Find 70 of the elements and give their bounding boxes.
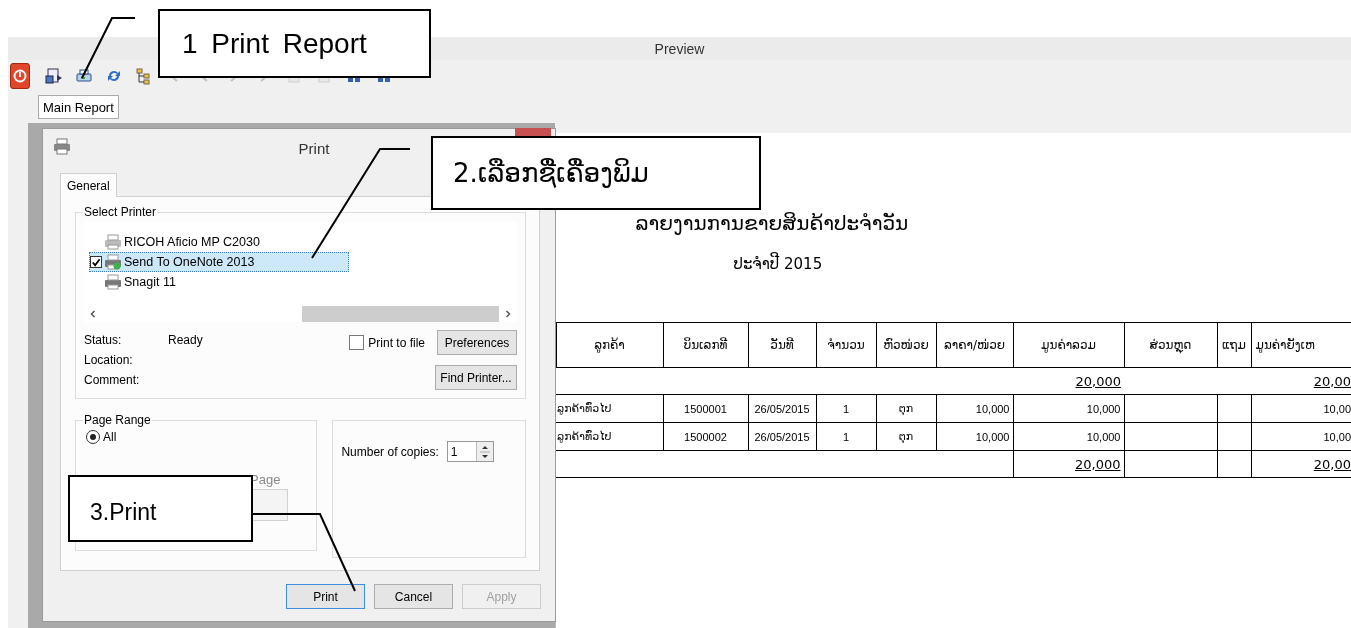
- printer-name: RICOH Aficio MP C2030: [124, 235, 260, 249]
- scroll-right-icon[interactable]: [503, 309, 513, 319]
- print-to-file-label: Print to file: [368, 335, 425, 350]
- subtotal-balance: 20,00: [1313, 373, 1351, 389]
- callout-text: 2.ເລືອກຊື່ເຄື່ອງພິມ: [453, 158, 649, 188]
- copies-spinner[interactable]: 1: [446, 441, 494, 462]
- location-label: Location:: [84, 353, 134, 367]
- export-icon[interactable]: [45, 67, 63, 85]
- cancel-button[interactable]: Cancel: [374, 584, 453, 609]
- table-cell: 10,000: [975, 402, 1010, 415]
- window-title: Preview: [654, 40, 705, 57]
- table-cell: 1: [842, 430, 850, 443]
- table-cell: 10,00: [1323, 402, 1351, 415]
- table-cell: ລູກຄ້າທົ່ວໄປ: [557, 430, 612, 443]
- table-cell: 10,000: [1086, 402, 1121, 415]
- printer-item[interactable]: Snagit 11: [89, 272, 349, 292]
- print-to-file-checkbox[interactable]: [349, 335, 365, 350]
- table-cell: 10,000: [1086, 430, 1121, 443]
- preferences-button[interactable]: Preferences: [437, 330, 517, 355]
- select-checkbox[interactable]: [90, 256, 102, 268]
- table-cell: ຕຸກ: [898, 402, 914, 414]
- column-header: ລູກຄ້າ: [556, 322, 663, 368]
- group-label: Select Printer: [83, 205, 158, 219]
- column-header: ແຖມ: [1217, 322, 1251, 368]
- report-tab[interactable]: Main Report: [38, 95, 119, 119]
- table-cell: 1500001: [684, 402, 727, 415]
- status-label: Status:: [84, 333, 123, 347]
- all-radio[interactable]: [86, 430, 100, 444]
- printer-item[interactable]: RICOH Aficio MP C2030: [89, 232, 349, 252]
- table-cell: 26/05/2015: [754, 430, 810, 443]
- scroll-left-icon[interactable]: [88, 309, 98, 319]
- find-printer-button[interactable]: Find Printer...: [435, 365, 517, 390]
- group-label: Page Range: [83, 413, 152, 427]
- column-header: ມູນຄ່າລວມ: [1013, 322, 1124, 368]
- print-button[interactable]: Print: [286, 584, 365, 609]
- subtotal-amount: 20,000: [1075, 373, 1121, 389]
- column-header: ລາຄາ/ໜ່ວຍ: [936, 322, 1013, 368]
- callout-text: 3.Print: [90, 499, 157, 526]
- print-icon[interactable]: [75, 67, 93, 85]
- table-cell: 10,000: [975, 430, 1010, 443]
- dialog-title: Print: [298, 139, 330, 157]
- table-cell: ຕຸກ: [898, 430, 914, 442]
- copies-label: Number of copies:: [341, 444, 439, 459]
- column-header: ວັນທີ: [748, 322, 816, 368]
- column-header: ຫົວໜ່ວຍ: [876, 322, 936, 368]
- leader-line: [81, 17, 136, 79]
- table-cell: ລູກຄ້າທົ່ວໄປ: [557, 402, 612, 415]
- callout-text: 1 Print Report: [182, 27, 367, 60]
- total-amount: 20,000: [1075, 456, 1121, 472]
- table-cell: 10,00: [1323, 430, 1351, 443]
- column-header: ບິນເລກທີ: [663, 322, 748, 368]
- table-cell: 1: [842, 402, 850, 415]
- comment-label: Comment:: [84, 373, 141, 387]
- column-header: ຈຳນວນ: [816, 322, 876, 368]
- printer-item[interactable]: Send To OneNote 2013: [89, 252, 349, 272]
- column-header: ມູນຄ່າຍັງເຫ: [1251, 322, 1351, 368]
- printer-name: Send To OneNote 2013: [124, 255, 255, 269]
- power-button[interactable]: [10, 63, 30, 89]
- printer-icon: [52, 137, 72, 155]
- table-cell: 1500002: [684, 430, 727, 443]
- general-tab[interactable]: General: [60, 173, 117, 197]
- tree-icon[interactable]: [135, 67, 153, 85]
- report-title: ລາຍງານການຂາຍສິນຄ້າປະຈຳວັນ: [635, 211, 910, 235]
- table-cell: 26/05/2015: [754, 402, 810, 415]
- column-header: ສ່ວນຫຼຸດ: [1124, 322, 1217, 368]
- scrollbar-thumb[interactable]: [302, 306, 499, 322]
- printer-name: Snagit 11: [124, 275, 176, 289]
- total-balance: 20,00: [1313, 456, 1351, 472]
- status-value: Ready: [168, 333, 203, 347]
- all-label: All: [103, 430, 117, 444]
